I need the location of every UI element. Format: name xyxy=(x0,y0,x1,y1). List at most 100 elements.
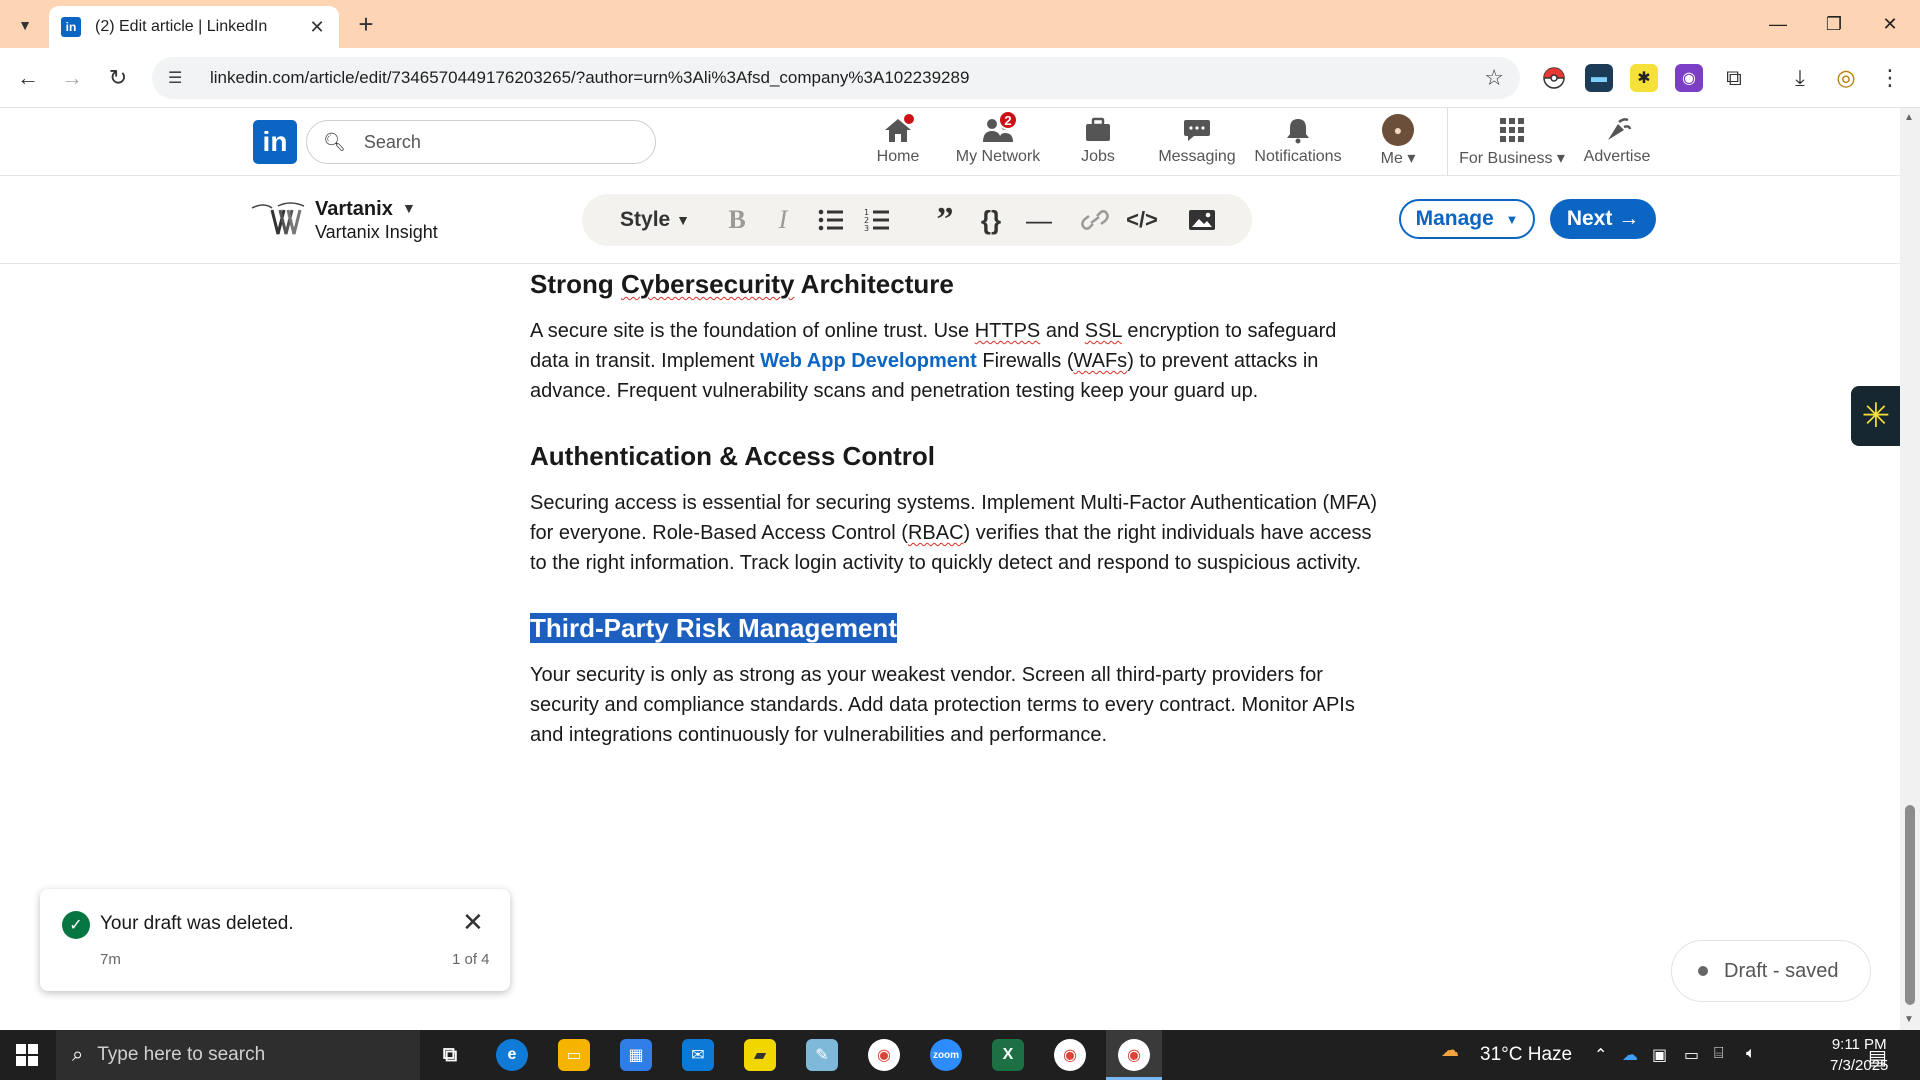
omnibox[interactable]: ☰ linkedin.com/article/edit/734657044917… xyxy=(152,57,1520,99)
chrome-profile-icon[interactable]: ◉ xyxy=(868,1039,900,1071)
nav-home[interactable]: Home xyxy=(876,112,920,174)
company-logo[interactable] xyxy=(250,194,306,242)
spellcheck-word[interactable]: SSL xyxy=(1085,320,1122,342)
quote-icon[interactable]: ” xyxy=(930,201,960,238)
profile-icon[interactable]: ◎ xyxy=(1832,64,1860,92)
edge-icon[interactable]: e xyxy=(496,1039,528,1071)
nav-label: Messaging xyxy=(1158,148,1236,165)
site-info-icon[interactable]: ☰ xyxy=(168,68,190,88)
section-heading[interactable]: Authentication & Access Control xyxy=(530,436,1380,476)
network-icon[interactable]: ⌸ xyxy=(1714,1045,1724,1063)
manage-button[interactable]: Manage ▼ xyxy=(1399,199,1535,239)
notification-center-icon[interactable]: ▤ xyxy=(1868,1045,1887,1070)
paint-icon[interactable]: ✎ xyxy=(806,1039,838,1071)
new-tab-plus-icon[interactable]: + xyxy=(352,10,380,38)
microsoft-store-icon[interactable]: ▦ xyxy=(620,1039,652,1071)
selected-text[interactable]: Third-Party Risk Management xyxy=(530,613,897,643)
asterisk-extension-icon[interactable]: ✱ xyxy=(1630,64,1658,92)
bulleted-list-icon[interactable] xyxy=(816,204,846,236)
side-extension-widget-icon[interactable]: ✳ xyxy=(1851,386,1901,446)
page-scrollbar[interactable]: ▲ ▼ xyxy=(1900,108,1920,1030)
window-close-icon[interactable]: ✕ xyxy=(1868,8,1912,40)
meet-now-icon[interactable]: ▣ xyxy=(1652,1045,1667,1065)
back-arrow-icon[interactable]: ← xyxy=(12,62,44,94)
nav-notifications[interactable]: Notifications xyxy=(1254,114,1342,174)
pokeball-extension-icon[interactable] xyxy=(1540,64,1568,92)
weather-icon[interactable]: ☁ xyxy=(1436,1036,1464,1064)
scroll-thumb[interactable] xyxy=(1905,805,1915,1005)
divider-icon[interactable]: — xyxy=(1024,204,1054,236)
style-label: Style xyxy=(620,208,671,231)
linkedin-logo[interactable]: in xyxy=(253,120,297,164)
image-icon[interactable] xyxy=(1186,204,1218,236)
url-text[interactable]: linkedin.com/article/edit/73465704491762… xyxy=(210,68,1484,88)
link-icon[interactable] xyxy=(1080,204,1110,236)
extensions-puzzle-icon[interactable]: ⧉ xyxy=(1720,64,1748,92)
forward-arrow-icon[interactable]: → xyxy=(56,62,88,94)
spellcheck-word[interactable]: Cybersecurity xyxy=(621,269,794,299)
taskbar-search-box[interactable]: ⌕ Type here to search xyxy=(56,1030,420,1080)
onedrive-cloud-icon[interactable]: ☁ xyxy=(1622,1045,1638,1065)
tab-close-icon[interactable]: ✕ xyxy=(307,17,327,38)
task-view-icon[interactable]: ⧉ xyxy=(434,1039,466,1071)
spellcheck-word[interactable]: WAFs xyxy=(1073,350,1127,372)
file-explorer-icon[interactable]: ▭ xyxy=(558,1039,590,1071)
search-box[interactable]: 🔍︎ xyxy=(306,120,656,164)
status-dot-icon xyxy=(1698,966,1708,976)
excel-icon[interactable]: X xyxy=(992,1039,1024,1071)
embed-code-icon[interactable]: </> xyxy=(1126,204,1158,236)
section-paragraph[interactable]: Securing access is essential for securin… xyxy=(530,488,1380,578)
chat-icon xyxy=(1177,114,1217,146)
company-dropdown-caret-icon[interactable]: ▼ xyxy=(402,200,416,216)
section-paragraph[interactable]: A secure site is the foundation of onlin… xyxy=(530,316,1380,406)
section-heading-selected[interactable]: Third-Party Risk Management xyxy=(530,608,1380,648)
toast-time: 7m xyxy=(100,951,121,968)
company-name[interactable]: Vartanix xyxy=(315,198,393,221)
nav-for-business[interactable]: For Business ▾ xyxy=(1459,114,1565,174)
window-restore-icon[interactable]: ❐ xyxy=(1812,8,1856,40)
search-input[interactable] xyxy=(363,131,614,153)
browser-menu-icon[interactable]: ⋮ xyxy=(1876,64,1904,92)
nav-me[interactable]: ● Me ▾ xyxy=(1376,114,1420,174)
clapper-extension-icon[interactable]: ▬ xyxy=(1585,64,1613,92)
text-run: A secure site is the foundation of onlin… xyxy=(530,320,975,342)
article-link[interactable]: Web App Development xyxy=(760,350,977,372)
numbered-list-icon[interactable]: 123 xyxy=(862,204,892,236)
sticky-notes-icon[interactable]: ▰ xyxy=(744,1039,776,1071)
zoom-icon[interactable]: zoom xyxy=(930,1039,962,1071)
scroll-down-arrow-icon[interactable]: ▼ xyxy=(1904,1014,1914,1025)
browser-tab-active[interactable]: in (2) Edit article | LinkedIn ✕ xyxy=(49,6,339,48)
battery-icon[interactable]: ▭ xyxy=(1684,1045,1699,1065)
style-dropdown[interactable]: Style ▼ xyxy=(620,204,690,236)
spellcheck-word[interactable]: RBAC xyxy=(908,522,964,544)
code-block-icon[interactable]: {} xyxy=(976,204,1006,236)
volume-mute-icon[interactable]: 🔈︎ xyxy=(1746,1045,1756,1063)
nav-jobs[interactable]: Jobs xyxy=(1079,114,1117,174)
bookmark-star-icon[interactable]: ☆ xyxy=(1484,65,1504,91)
nav-my-network[interactable]: 2 My Network xyxy=(956,110,1040,174)
spellcheck-word[interactable]: HTTPS xyxy=(975,320,1041,342)
download-icon[interactable]: ⤓ xyxy=(1786,64,1814,92)
next-button[interactable]: Next → xyxy=(1550,199,1656,239)
nav-messaging[interactable]: Messaging xyxy=(1158,114,1236,174)
text-run: Firewalls ( xyxy=(976,350,1074,372)
bold-icon[interactable]: B xyxy=(722,204,752,236)
mail-icon[interactable]: ✉ xyxy=(682,1039,714,1071)
chrome-active-icon[interactable]: ◉ xyxy=(1118,1039,1150,1071)
tab-search-chevron-icon[interactable]: ▼ xyxy=(10,12,40,38)
scroll-up-arrow-icon[interactable]: ▲ xyxy=(1904,112,1914,123)
weather-text[interactable]: 31°C Haze xyxy=(1480,1044,1572,1066)
color-extension-icon[interactable]: ◉ xyxy=(1675,64,1703,92)
section-paragraph[interactable]: Your security is only as strong as your … xyxy=(530,660,1380,750)
section-heading[interactable]: Strong Cybersecurity Architecture xyxy=(530,264,1380,304)
italic-icon[interactable]: I xyxy=(768,204,798,236)
article-body-editor[interactable]: Strong Cybersecurity Architecture A secu… xyxy=(530,264,1380,780)
toast-close-icon[interactable]: ✕ xyxy=(462,907,484,938)
tray-overflow-chevron-icon[interactable]: ⌃ xyxy=(1594,1045,1607,1065)
tab-title: (2) Edit article | LinkedIn xyxy=(95,18,268,35)
chrome-icon[interactable]: ◉ xyxy=(1054,1039,1086,1071)
window-minimize-icon[interactable]: — xyxy=(1756,8,1800,40)
nav-advertise[interactable]: Advertise xyxy=(1582,114,1652,174)
reload-icon[interactable]: ↻ xyxy=(102,62,134,94)
windows-start-icon[interactable] xyxy=(16,1044,38,1066)
